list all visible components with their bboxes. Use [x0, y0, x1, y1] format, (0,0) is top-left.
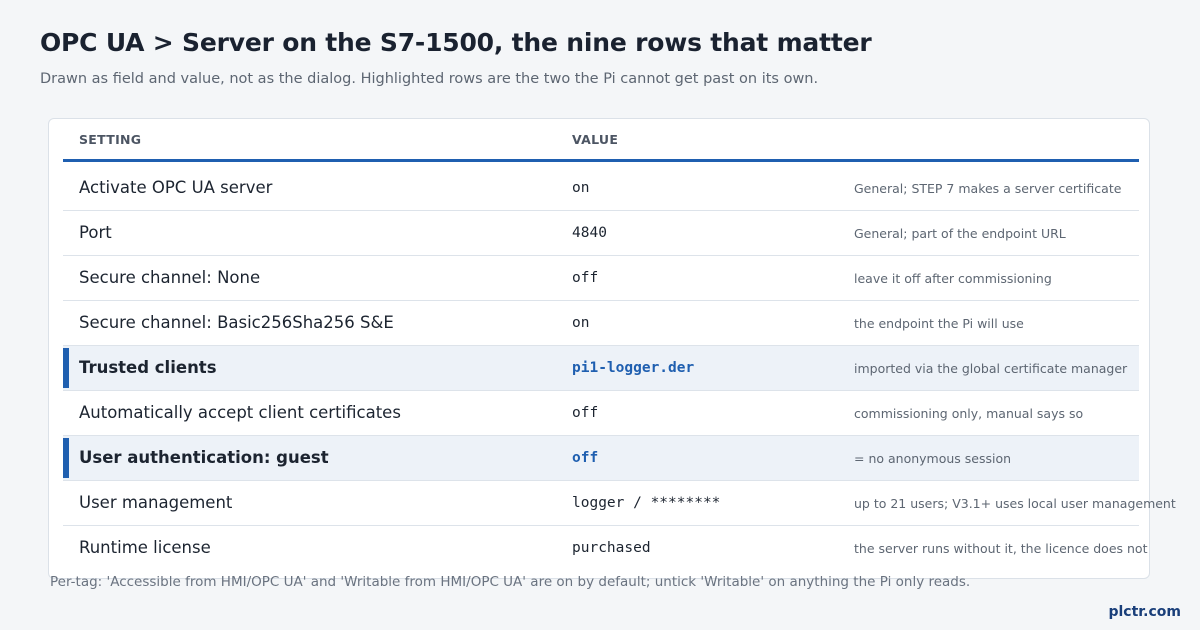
table-row-highlighted: Trusted clients pi1-logger.der imported …	[63, 346, 1139, 391]
column-header-value: VALUE	[572, 132, 619, 147]
setting-value: off	[572, 450, 599, 466]
setting-name: Secure channel: Basic256Sha256 S&E	[79, 313, 394, 332]
setting-note: up to 21 users; V3.1+ uses local user ma…	[854, 496, 1176, 511]
page-title: OPC UA > Server on the S7-1500, the nine…	[40, 28, 872, 57]
setting-value: on	[572, 315, 590, 331]
settings-table-card: SETTING VALUE Activate OPC UA server on …	[48, 118, 1176, 579]
table-row: Activate OPC UA server on General; STEP …	[63, 166, 1139, 211]
table-row: Automatically accept client certificates…	[63, 391, 1139, 436]
setting-value: logger / ********	[572, 495, 721, 511]
setting-name: Port	[79, 223, 112, 242]
table-row: Secure channel: None off leave it off af…	[63, 256, 1139, 301]
table-row: Port 4840 General; part of the endpoint …	[63, 211, 1139, 256]
setting-value: off	[572, 405, 599, 421]
setting-name: Trusted clients	[79, 358, 217, 377]
setting-value: off	[572, 270, 599, 286]
setting-note: General; part of the endpoint URL	[854, 226, 1066, 241]
settings-rows: Activate OPC UA server on General; STEP …	[63, 166, 1176, 571]
table-header: SETTING VALUE	[63, 119, 1139, 162]
column-header-setting: SETTING	[79, 132, 142, 147]
setting-name: Automatically accept client certificates	[79, 403, 401, 422]
footnote: Per-tag: 'Accessible from HMI/OPC UA' an…	[50, 574, 971, 590]
setting-value: on	[572, 180, 590, 196]
table-row-highlighted: User authentication: guest off = no anon…	[63, 436, 1139, 481]
setting-note: leave it off after commissioning	[854, 271, 1052, 286]
table-row: Runtime license purchased the server run…	[63, 526, 1147, 571]
setting-value: pi1-logger.der	[572, 360, 695, 376]
setting-note: General; STEP 7 makes a server certifica…	[854, 181, 1122, 196]
setting-value: purchased	[572, 540, 651, 556]
setting-name: Runtime license	[79, 538, 211, 557]
table-row: Secure channel: Basic256Sha256 S&E on th…	[63, 301, 1139, 346]
setting-note: the endpoint the Pi will use	[854, 316, 1024, 331]
setting-name: Activate OPC UA server	[79, 178, 273, 197]
setting-note: = no anonymous session	[854, 451, 1012, 466]
setting-note: imported via the global certificate mana…	[854, 361, 1128, 376]
setting-note: commissioning only, manual says so	[854, 406, 1084, 421]
page-subtitle: Drawn as field and value, not as the dia…	[40, 71, 819, 87]
table-row: User management logger / ******** up to …	[63, 481, 1176, 526]
setting-note: the server runs without it, the licence …	[854, 541, 1148, 556]
setting-name: User management	[79, 493, 233, 512]
setting-name: User authentication: guest	[79, 448, 329, 467]
setting-value: 4840	[572, 225, 607, 241]
brand-logo-text: plctr.com	[1108, 604, 1181, 620]
setting-name: Secure channel: None	[79, 268, 261, 287]
